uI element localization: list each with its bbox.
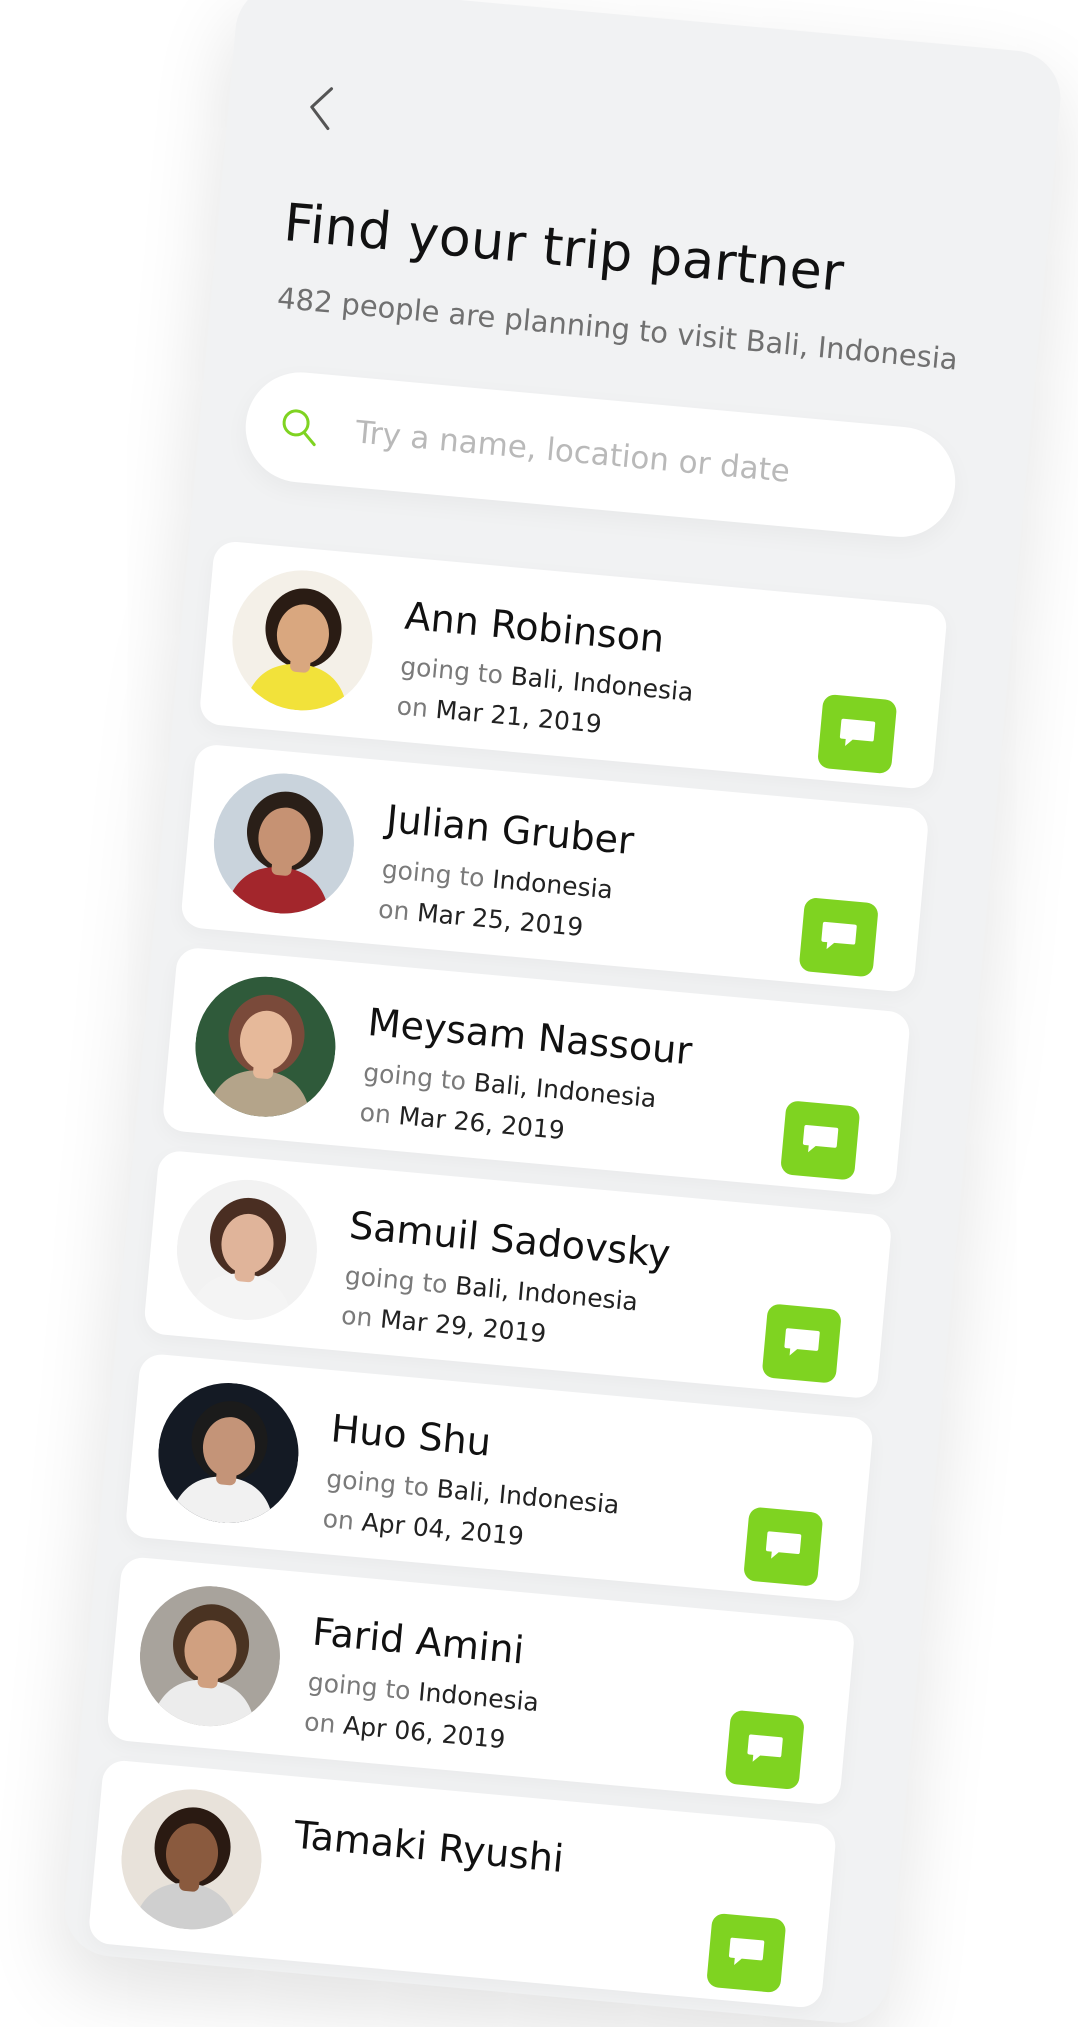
chat-bubble-icon xyxy=(784,1328,820,1356)
person-name: Farid Amini xyxy=(310,1609,527,1673)
message-button[interactable] xyxy=(706,1912,787,1994)
person-date: Mar 29, 2019 xyxy=(379,1304,548,1349)
page-subtitle: 482 people are planning to visit Bali, I… xyxy=(275,280,960,377)
person-card-1[interactable]: Ann Robinson going to Bali, Indonesia on… xyxy=(198,540,949,790)
going-to-label: going to xyxy=(380,854,486,893)
chat-bubble-icon xyxy=(728,1937,765,1965)
date-line: on Mar 21, 2019 xyxy=(396,691,603,739)
going-to-label: going to xyxy=(362,1057,468,1096)
going-to-label: going to xyxy=(306,1667,412,1706)
back-button[interactable] xyxy=(296,74,346,142)
person-date: Mar 25, 2019 xyxy=(416,897,585,942)
message-button[interactable] xyxy=(816,693,898,775)
on-label: on xyxy=(395,691,430,723)
search-bar[interactable] xyxy=(240,367,960,542)
date-line: on Mar 26, 2019 xyxy=(359,1098,566,1146)
people-list: Ann Robinson going to Bali, Indonesia on… xyxy=(86,540,949,2027)
message-button[interactable] xyxy=(761,1303,842,1384)
on-label: on xyxy=(358,1097,393,1130)
person-destination: Indonesia xyxy=(417,1677,541,1718)
chevron-left-icon xyxy=(310,87,334,131)
avatar xyxy=(152,1376,305,1530)
chat-bubble-icon xyxy=(765,1531,802,1559)
person-date: Apr 04, 2019 xyxy=(360,1507,526,1552)
avatar xyxy=(226,564,379,717)
message-button[interactable] xyxy=(724,1709,805,1791)
person-destination: Bali, Indonesia xyxy=(454,1270,640,1317)
on-label: on xyxy=(340,1300,374,1333)
message-button[interactable] xyxy=(743,1506,824,1587)
person-name: Tamaki Ryushi xyxy=(292,1812,566,1881)
avatar xyxy=(189,970,342,1123)
going-to-label: going to xyxy=(399,651,505,690)
person-destination: Indonesia xyxy=(491,864,615,905)
on-label: on xyxy=(321,1503,356,1536)
avatar xyxy=(115,1783,268,1936)
avatar xyxy=(133,1580,287,1733)
going-to-label: going to xyxy=(325,1464,431,1503)
date-line: on Apr 04, 2019 xyxy=(322,1504,525,1551)
chat-bubble-icon xyxy=(821,921,857,950)
search-icon xyxy=(278,406,341,451)
chat-bubble-icon xyxy=(839,718,876,746)
person-destination: Bali, Indonesia xyxy=(509,661,695,707)
person-destination: Bali, Indonesia xyxy=(472,1067,658,1114)
on-label: on xyxy=(377,894,411,927)
message-button[interactable] xyxy=(798,897,879,978)
person-card-2[interactable]: Julian Gruber going to Indonesia on Mar … xyxy=(179,743,930,994)
person-card-3[interactable]: Meysam Nassour going to Bali, Indonesia … xyxy=(161,946,912,1197)
chat-bubble-icon xyxy=(802,1125,839,1153)
person-name: Huo Shu xyxy=(329,1406,493,1465)
on-label: on xyxy=(303,1707,337,1739)
person-date: Apr 06, 2019 xyxy=(342,1710,507,1755)
message-button[interactable] xyxy=(780,1100,861,1181)
going-to-label: going to xyxy=(343,1260,449,1300)
avatar xyxy=(170,1173,323,1326)
date-line: on Mar 29, 2019 xyxy=(340,1301,547,1349)
person-destination: Bali, Indonesia xyxy=(435,1474,621,1520)
person-card-5[interactable]: Huo Shu going to Bali, Indonesia on Apr … xyxy=(124,1352,875,1603)
person-card-4[interactable]: Samuil Sadovsky going to Bali, Indonesia… xyxy=(142,1149,893,1400)
phone-screen: Find your trip partner 482 people are pl… xyxy=(60,0,1065,2027)
person-date: Mar 21, 2019 xyxy=(434,694,603,739)
person-date: Mar 26, 2019 xyxy=(397,1101,566,1146)
person-card-6[interactable]: Farid Amini going to Indonesia on Apr 06… xyxy=(106,1555,856,1806)
person-card-7[interactable]: Tamaki Ryushi going to on xyxy=(87,1759,838,2009)
date-line: on Apr 06, 2019 xyxy=(303,1707,506,1754)
page-title: Find your trip partner xyxy=(281,193,847,304)
date-line: on Mar 25, 2019 xyxy=(377,894,584,942)
person-name: Ann Robinson xyxy=(403,593,667,662)
avatar xyxy=(207,767,360,920)
person-name: Julian Gruber xyxy=(384,796,636,864)
chat-bubble-icon xyxy=(747,1734,783,1762)
search-input[interactable] xyxy=(351,413,917,503)
